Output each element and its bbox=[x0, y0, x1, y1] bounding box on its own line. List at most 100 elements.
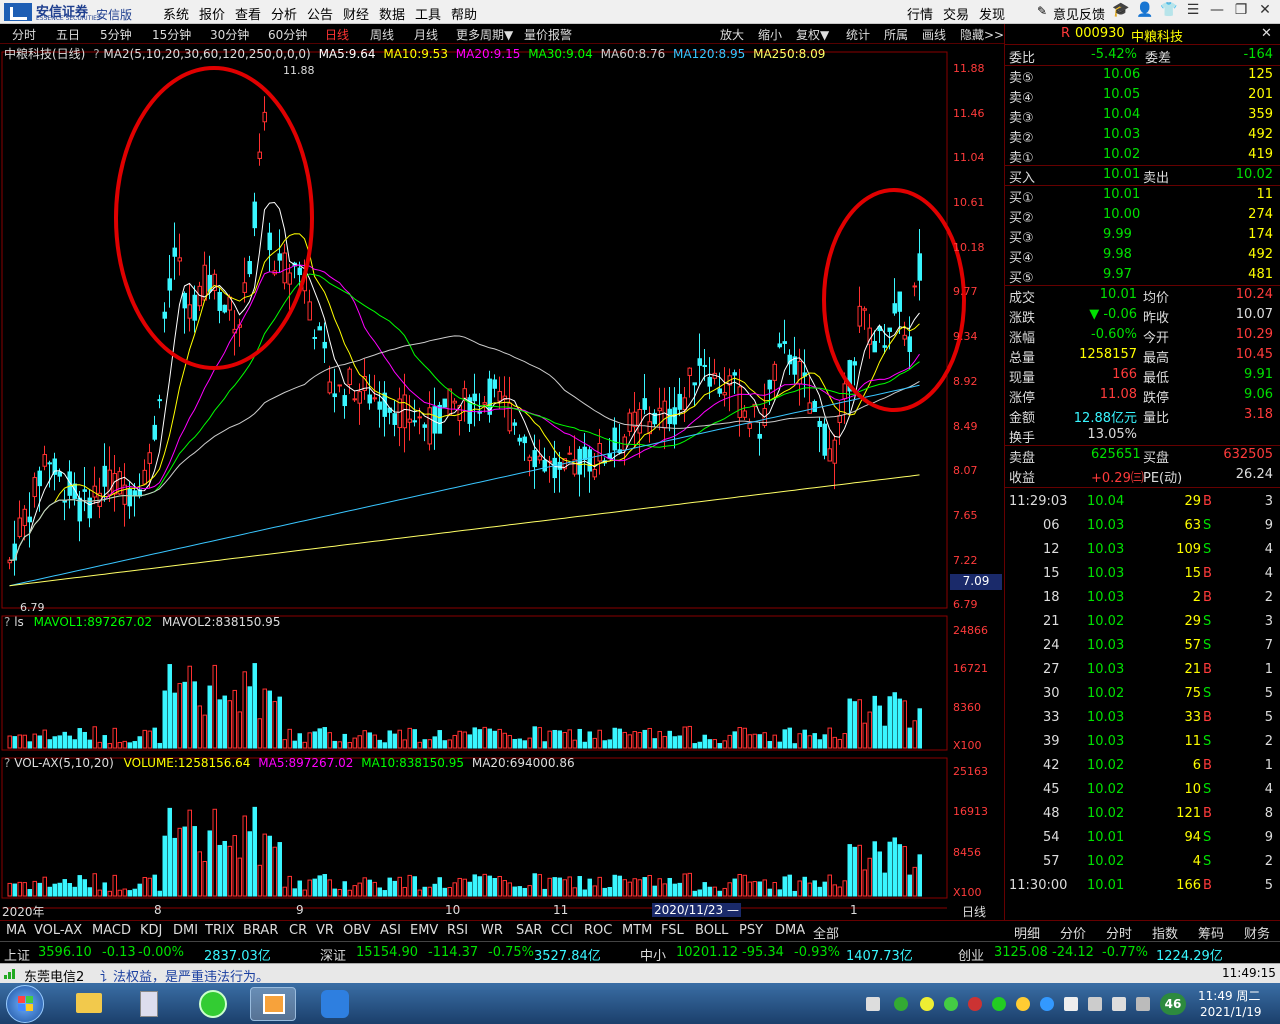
tab-intraday[interactable]: 分时 bbox=[1106, 923, 1132, 942]
volume-icon[interactable] bbox=[1112, 997, 1126, 1011]
calculator-icon[interactable] bbox=[126, 987, 172, 1021]
period-60min[interactable]: 60分钟 bbox=[268, 26, 307, 43]
restore-icon[interactable]: ❐ bbox=[1230, 2, 1252, 22]
menu-announcement[interactable]: 公告 bbox=[307, 4, 333, 23]
tab-dmi[interactable]: DMI bbox=[173, 923, 198, 938]
taskbar-clock-date[interactable]: 2021/1/19 bbox=[1200, 1005, 1262, 1019]
menu-discover[interactable]: 发现 bbox=[979, 4, 1005, 23]
tray-blue-icon[interactable] bbox=[1040, 997, 1054, 1011]
menu-system[interactable]: 系统 bbox=[163, 4, 189, 23]
tab-vr[interactable]: VR bbox=[316, 923, 334, 938]
menu-finance[interactable]: 财经 bbox=[343, 4, 369, 23]
tab-macd[interactable]: MACD bbox=[92, 923, 131, 938]
tray-yellow-icon[interactable] bbox=[1016, 997, 1030, 1011]
period-weekly[interactable]: 周线 bbox=[370, 26, 394, 43]
tab-financial[interactable]: 财务 bbox=[1244, 923, 1270, 942]
wechat-icon[interactable] bbox=[992, 997, 1006, 1011]
hide-button[interactable]: 隐藏>> bbox=[960, 26, 1004, 43]
tab-trix[interactable]: TRIX bbox=[205, 923, 235, 938]
trading-app-icon[interactable] bbox=[250, 987, 296, 1021]
index-name[interactable]: 创业 bbox=[958, 945, 984, 964]
keyboard-icon[interactable] bbox=[866, 997, 880, 1011]
tab-fsl[interactable]: FSL bbox=[661, 923, 684, 938]
volume-help-icon[interactable]: ? bbox=[4, 615, 10, 629]
help-icon[interactable]: ? bbox=[93, 47, 99, 61]
close-icon[interactable]: ✕ bbox=[1254, 2, 1276, 22]
security-icon[interactable] bbox=[894, 997, 908, 1011]
tab-index[interactable]: 指数 bbox=[1152, 923, 1178, 942]
period-daily[interactable]: 日线 bbox=[325, 26, 349, 43]
period-5day[interactable]: 五日 bbox=[56, 26, 80, 43]
chart-canvas[interactable] bbox=[0, 44, 1004, 920]
tab-emv[interactable]: EMV bbox=[410, 923, 438, 938]
volax-help-icon[interactable]: ? bbox=[4, 756, 10, 770]
tab-vol-ax[interactable]: VOL-AX bbox=[34, 923, 82, 938]
period-more[interactable]: 更多周期▼ bbox=[456, 26, 513, 43]
tab-roc[interactable]: ROC bbox=[584, 923, 612, 938]
tab-ma[interactable]: MA bbox=[6, 923, 26, 938]
volax-bar bbox=[452, 882, 457, 897]
menu-analysis[interactable]: 分析 bbox=[271, 4, 297, 23]
tab-chips[interactable]: 筹码 bbox=[1198, 923, 1224, 942]
menu-view[interactable]: 查看 bbox=[235, 4, 261, 23]
tray-badge[interactable]: 46 bbox=[1160, 993, 1186, 1015]
menu-data[interactable]: 数据 bbox=[379, 4, 405, 23]
menu-help[interactable]: 帮助 bbox=[451, 4, 477, 23]
feedback-icon[interactable]: ✎ bbox=[1037, 4, 1047, 18]
tab-obv[interactable]: OBV bbox=[343, 923, 371, 938]
file-explorer-icon[interactable] bbox=[66, 987, 112, 1021]
close-panel-icon[interactable]: ✕ bbox=[1261, 26, 1272, 41]
tab-mtm[interactable]: MTM bbox=[622, 923, 652, 938]
tab-rsi[interactable]: RSI bbox=[447, 923, 468, 938]
tray-red-icon[interactable] bbox=[968, 997, 982, 1011]
volume-price-alert[interactable]: 量价报警 bbox=[524, 26, 572, 43]
sector-button[interactable]: 所属 bbox=[884, 26, 908, 43]
adjust-button[interactable]: 复权▼ bbox=[796, 26, 829, 43]
tab-boll[interactable]: BOLL bbox=[695, 923, 728, 938]
zoom-in-button[interactable]: 放大 bbox=[720, 26, 744, 43]
menu-market[interactable]: 行情 bbox=[907, 4, 933, 23]
period-15min[interactable]: 15分钟 bbox=[152, 26, 191, 43]
start-button[interactable] bbox=[6, 985, 44, 1023]
minimize-icon[interactable]: — bbox=[1206, 2, 1228, 22]
menu-tools[interactable]: 工具 bbox=[415, 4, 441, 23]
browser-icon[interactable] bbox=[190, 987, 236, 1021]
graduate-icon[interactable]: 🎓 bbox=[1110, 2, 1132, 22]
chart-area[interactable]: 中粮科技(日线) ? MA2(5,10,20,30,60,120,250,0,0… bbox=[0, 44, 1004, 920]
tab-dma[interactable]: DMA bbox=[775, 923, 805, 938]
period-intraday[interactable]: 分时 bbox=[12, 26, 36, 43]
chat-app-icon[interactable] bbox=[312, 987, 358, 1021]
tray-expand-icon[interactable] bbox=[1136, 997, 1150, 1011]
tray-plus-icon[interactable] bbox=[920, 997, 934, 1011]
taskbar-clock-time[interactable]: 11:49 周二 bbox=[1198, 987, 1260, 1004]
monitor-icon[interactable] bbox=[1088, 997, 1102, 1011]
period-30min[interactable]: 30分钟 bbox=[210, 26, 249, 43]
period-monthly[interactable]: 月线 bbox=[414, 26, 438, 43]
skin-icon[interactable]: 👕 bbox=[1158, 2, 1180, 22]
statistics-button[interactable]: 统计 bbox=[846, 26, 870, 43]
tab-psy[interactable]: PSY bbox=[739, 923, 763, 938]
tray-green-icon[interactable] bbox=[944, 997, 958, 1011]
tab-sar[interactable]: SAR bbox=[516, 923, 542, 938]
index-name[interactable]: 上证 bbox=[4, 945, 30, 964]
tab-price-distribution[interactable]: 分价 bbox=[1060, 923, 1086, 942]
menu-quote[interactable]: 报价 bbox=[199, 4, 225, 23]
tab-kdj[interactable]: KDJ bbox=[140, 923, 162, 938]
draw-line-button[interactable]: 画线 bbox=[922, 26, 946, 43]
tab-all[interactable]: 全部 bbox=[813, 923, 839, 942]
tab-detail[interactable]: 明细 bbox=[1014, 923, 1040, 942]
tab-wr[interactable]: WR bbox=[481, 923, 503, 938]
user-icon[interactable]: 👤 bbox=[1134, 2, 1156, 22]
menu-trade[interactable]: 交易 bbox=[943, 4, 969, 23]
index-name[interactable]: 深证 bbox=[320, 945, 346, 964]
feedback-button[interactable]: 意见反馈 bbox=[1053, 4, 1105, 23]
tab-cr[interactable]: CR bbox=[289, 923, 307, 938]
tab-brar[interactable]: BRAR bbox=[243, 923, 278, 938]
period-5min[interactable]: 5分钟 bbox=[100, 26, 132, 43]
network-icon[interactable] bbox=[1064, 997, 1078, 1011]
index-name[interactable]: 中小 bbox=[640, 945, 666, 964]
menu-options-icon[interactable]: ☰ bbox=[1182, 2, 1204, 22]
zoom-out-button[interactable]: 缩小 bbox=[758, 26, 782, 43]
tab-cci[interactable]: CCI bbox=[551, 923, 573, 938]
tab-asi[interactable]: ASI bbox=[380, 923, 401, 938]
